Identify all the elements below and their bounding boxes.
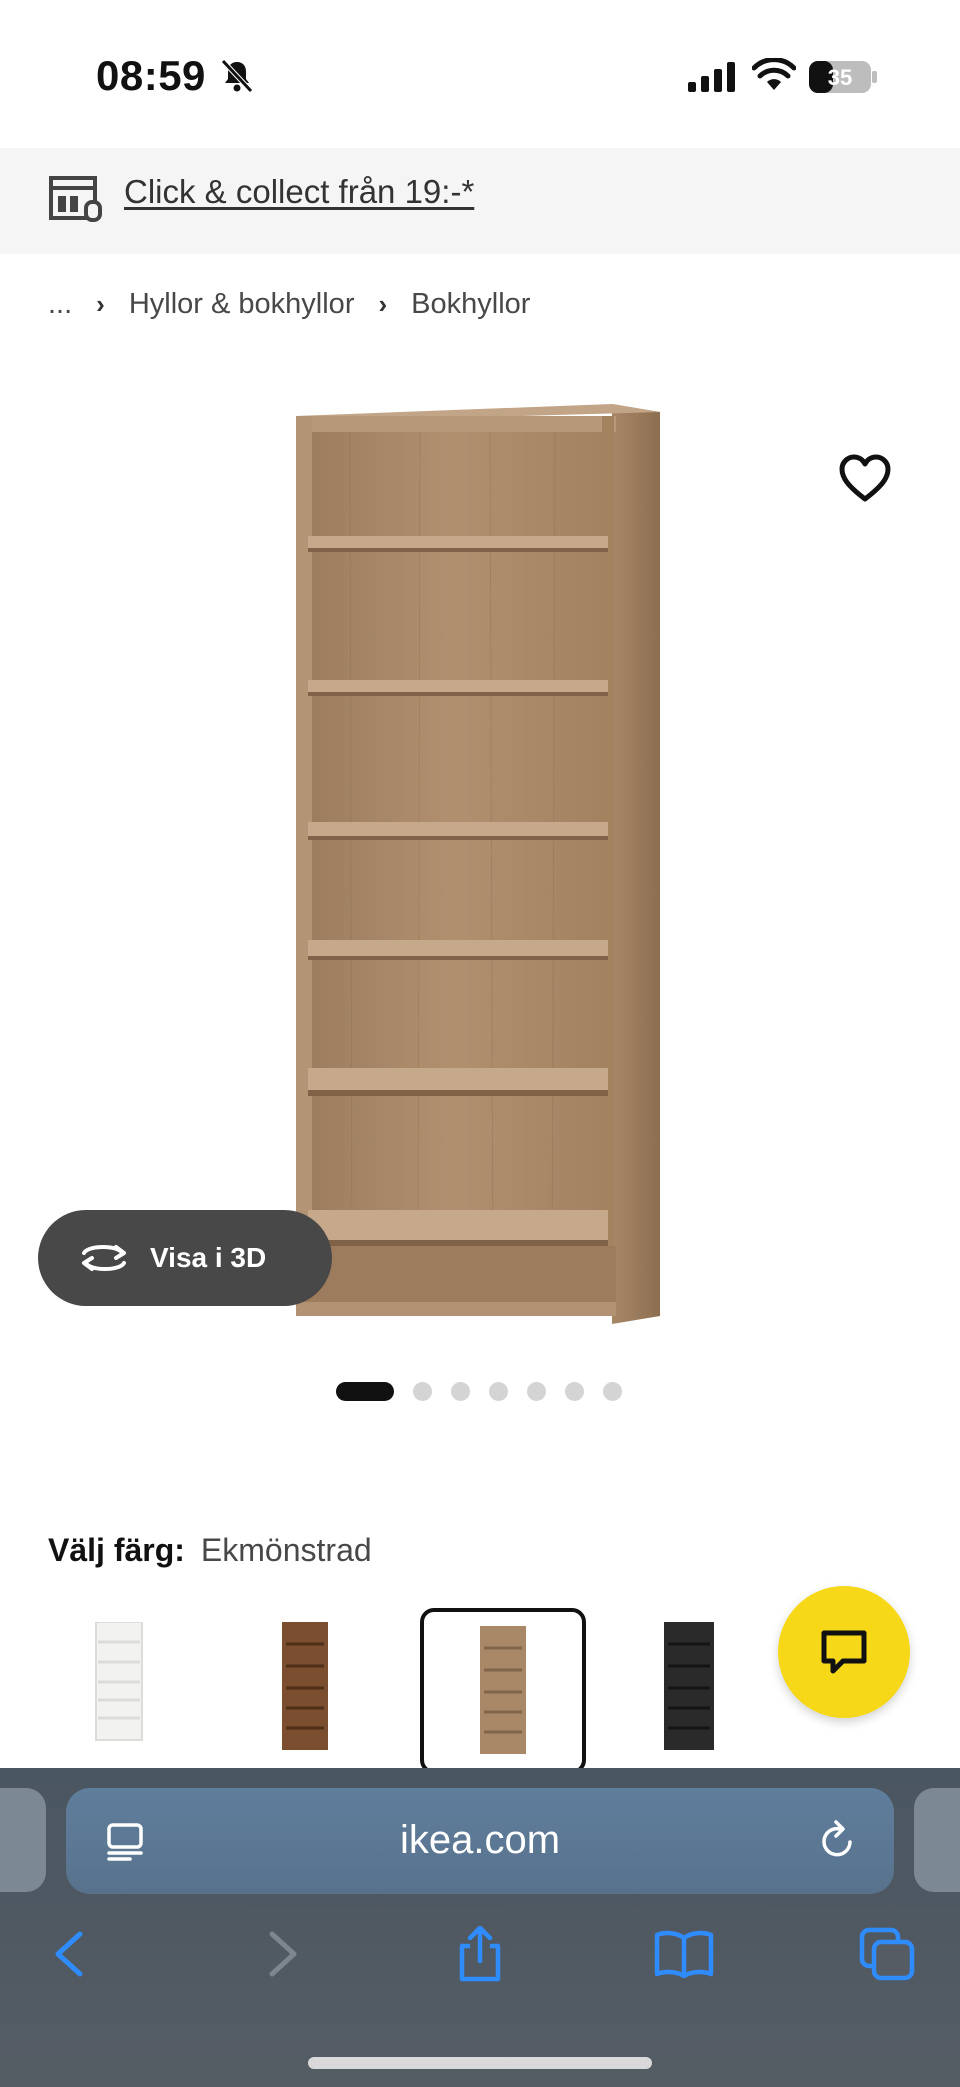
silent-bell-icon bbox=[221, 59, 253, 93]
url-text: ikea.com bbox=[399, 1818, 561, 1862]
color-option-white[interactable] bbox=[36, 1608, 202, 1774]
view-3d-button[interactable]: Visa i 3D bbox=[38, 1210, 332, 1306]
home-indicator[interactable] bbox=[308, 2057, 652, 2069]
chat-button[interactable] bbox=[778, 1586, 910, 1718]
pagination-dot-7[interactable] bbox=[603, 1381, 622, 1401]
breadcrumb-ellipsis[interactable]: ... bbox=[48, 288, 72, 321]
address-bar[interactable]: ikea.com bbox=[66, 1788, 894, 1894]
swatch-image-brown bbox=[282, 1622, 328, 1750]
reload-icon[interactable] bbox=[818, 1818, 858, 1862]
share-icon[interactable] bbox=[450, 1926, 510, 1982]
next-tab-preview[interactable] bbox=[914, 1788, 960, 1892]
color-option-black[interactable] bbox=[606, 1608, 772, 1774]
color-option-brown[interactable] bbox=[222, 1608, 388, 1774]
rotate-3d-icon bbox=[82, 1245, 126, 1271]
swatch-image-oak bbox=[480, 1626, 526, 1754]
view-3d-label: Visa i 3D bbox=[150, 1242, 267, 1273]
store-icon bbox=[49, 176, 102, 222]
chevron-right-icon: › bbox=[378, 288, 388, 319]
cellular-signal-icon bbox=[688, 62, 735, 92]
status-time: 08:59 bbox=[96, 52, 206, 99]
pagination-dot-4[interactable] bbox=[489, 1381, 508, 1401]
chat-bubble-icon bbox=[821, 1630, 867, 1674]
image-pagination bbox=[336, 1381, 622, 1401]
breadcrumb-item-shelves[interactable]: Hyllor & bokhyllor bbox=[129, 288, 355, 321]
product-image-bookcase[interactable] bbox=[290, 398, 670, 1328]
wifi-icon bbox=[752, 58, 796, 90]
pagination-dot-1[interactable] bbox=[336, 1381, 394, 1401]
selected-color-value: Ekmönstrad bbox=[200, 1532, 372, 1568]
breadcrumb: ... › Hyllor & bokhyllor › Bokhyllor bbox=[48, 284, 530, 324]
color-label-title: Välj färg: bbox=[48, 1532, 185, 1568]
pagination-dot-2[interactable] bbox=[413, 1381, 432, 1401]
back-arrow-icon[interactable] bbox=[42, 1926, 102, 1982]
color-option-oak-effect[interactable] bbox=[420, 1608, 586, 1774]
color-selector-label: Välj färg: Ekmönstrad bbox=[48, 1532, 372, 1569]
pagination-dot-6[interactable] bbox=[565, 1381, 584, 1401]
click-collect-link[interactable]: Click & collect från 19:-* bbox=[124, 173, 474, 211]
bookmarks-icon[interactable] bbox=[654, 1926, 714, 1982]
tabs-icon[interactable] bbox=[858, 1926, 918, 1982]
pagination-dot-5[interactable] bbox=[527, 1381, 546, 1401]
swatch-image-black bbox=[664, 1622, 714, 1750]
chevron-right-icon: › bbox=[96, 288, 105, 319]
breadcrumb-item-bookcases[interactable]: Bokhyllor bbox=[411, 288, 530, 321]
status-bar: 08:59 35 bbox=[0, 0, 960, 148]
forward-arrow-icon[interactable] bbox=[250, 1926, 310, 1982]
battery-icon: 35 bbox=[809, 61, 877, 93]
previous-tab-preview[interactable] bbox=[0, 1788, 46, 1892]
swatch-image-white bbox=[95, 1622, 143, 1741]
favorite-heart-icon[interactable] bbox=[838, 454, 892, 504]
pagination-dot-3[interactable] bbox=[451, 1381, 470, 1401]
battery-level: 35 bbox=[828, 65, 852, 90]
